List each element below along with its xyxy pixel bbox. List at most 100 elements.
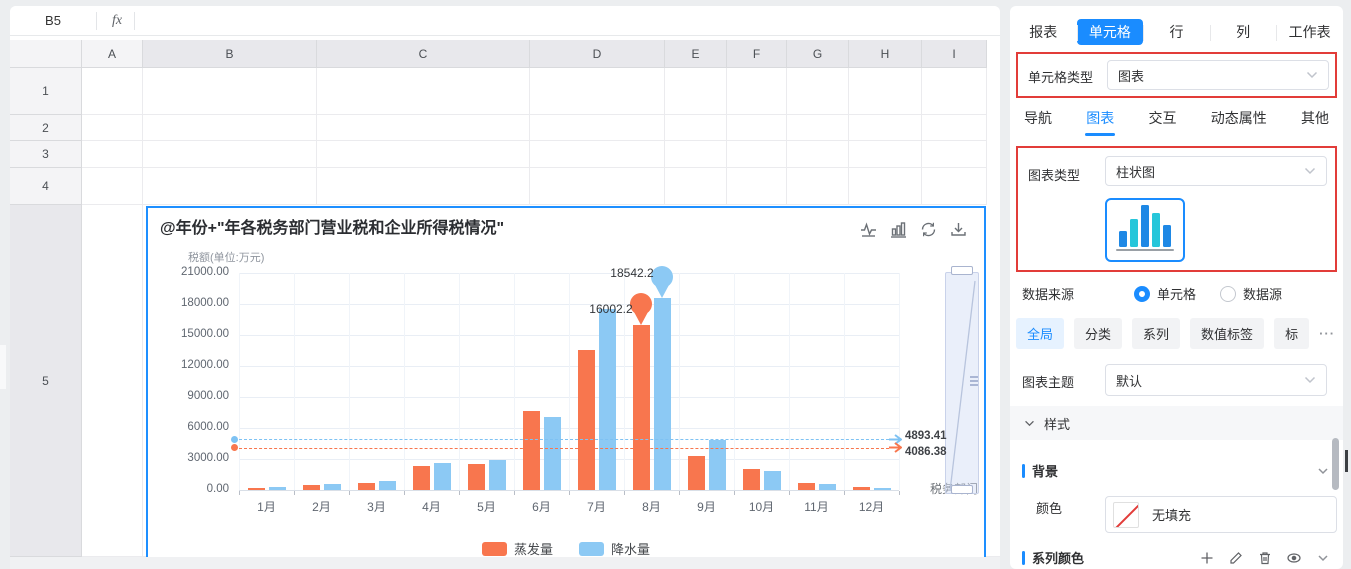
grid-cell[interactable] <box>665 68 727 115</box>
bar-降水量-8月[interactable] <box>654 298 671 490</box>
column-header-I[interactable]: I <box>922 40 987 68</box>
grid-cell[interactable] <box>530 168 665 205</box>
grid-cell[interactable] <box>922 115 987 141</box>
bar-蒸发量-2月[interactable] <box>303 485 320 490</box>
style-section-header[interactable]: 样式 <box>1010 406 1343 440</box>
sub-tab-交互[interactable]: 交互 <box>1149 108 1177 136</box>
zoom-handle-top[interactable] <box>951 266 973 275</box>
grid-cell[interactable] <box>530 141 665 168</box>
panel-tab-工作表[interactable]: 工作表 <box>1276 22 1343 42</box>
grid-cell[interactable] <box>665 141 727 168</box>
grid-cell[interactable] <box>82 141 143 168</box>
bar-蒸发量-3月[interactable] <box>358 483 375 490</box>
column-header-D[interactable]: D <box>530 40 665 68</box>
add-icon[interactable] <box>1199 550 1215 566</box>
legend-item-蒸发量[interactable]: 蒸发量 <box>482 539 553 558</box>
chevron-down-icon[interactable] <box>1315 550 1331 566</box>
grid-cell[interactable] <box>317 68 530 115</box>
zoom-grip-icon[interactable] <box>970 380 978 382</box>
bar-chart-icon[interactable] <box>889 220 908 239</box>
grid-cell[interactable] <box>82 115 143 141</box>
background-section-header[interactable]: 背景 <box>1022 461 1331 480</box>
bar-蒸发量-11月[interactable] <box>798 483 815 490</box>
grid-cell[interactable] <box>787 115 849 141</box>
theme-select[interactable]: 默认 <box>1105 364 1327 396</box>
sub-tab-其他[interactable]: 其他 <box>1301 108 1329 136</box>
cell-name-box[interactable]: B5 <box>10 6 96 36</box>
grid-cell[interactable] <box>143 115 317 141</box>
zoom-grip-icon[interactable] <box>970 384 978 386</box>
grid-cell[interactable] <box>143 68 317 115</box>
radio-cell[interactable]: 单元格 <box>1134 284 1196 303</box>
bar-蒸发量-5月[interactable] <box>468 464 485 490</box>
column-header-C[interactable]: C <box>317 40 530 68</box>
panel-tab-报表[interactable]: 报表 <box>1010 22 1077 42</box>
series-color-section-header[interactable]: 系列颜色 <box>1022 548 1331 567</box>
edit-icon[interactable] <box>1228 550 1244 566</box>
grid-cell[interactable] <box>922 168 987 205</box>
grid-cell[interactable] <box>727 168 787 205</box>
grid-cell[interactable] <box>922 141 987 168</box>
sub-tab-导航[interactable]: 导航 <box>1024 108 1052 136</box>
grid-cell[interactable] <box>849 168 922 205</box>
bar-蒸发量-8月[interactable] <box>633 325 650 490</box>
row-header-4[interactable]: 4 <box>10 168 82 205</box>
bar-降水量-5月[interactable] <box>489 460 506 490</box>
sub-tab-图表[interactable]: 图表 <box>1086 108 1114 136</box>
grid-cell[interactable] <box>922 68 987 115</box>
column-header-A[interactable]: A <box>82 40 143 68</box>
grid-cell[interactable] <box>82 168 143 205</box>
grid-cell[interactable] <box>665 115 727 141</box>
bar-降水量-12月[interactable] <box>874 488 891 490</box>
bar-降水量-7月[interactable] <box>599 309 616 490</box>
setting-tab-全局[interactable]: 全局 <box>1016 318 1064 349</box>
grid-cell[interactable] <box>143 141 317 168</box>
column-chart-thumbnail[interactable] <box>1105 198 1185 262</box>
grid-cell[interactable] <box>143 168 317 205</box>
grid-cell[interactable] <box>787 68 849 115</box>
bar-蒸发量-7月[interactable] <box>578 350 595 490</box>
grid-cell[interactable] <box>849 115 922 141</box>
grid-cell[interactable] <box>787 141 849 168</box>
bar-降水量-2月[interactable] <box>324 484 341 490</box>
panel-tab-单元格[interactable]: 单元格 <box>1077 22 1144 42</box>
grid-cell[interactable] <box>82 205 143 557</box>
cell-type-select[interactable]: 图表 <box>1107 60 1329 90</box>
bar-蒸发量-9月[interactable] <box>688 456 705 490</box>
bar-降水量-11月[interactable] <box>819 484 836 490</box>
bar-降水量-10月[interactable] <box>764 471 781 490</box>
column-header-B[interactable]: B <box>143 40 317 68</box>
setting-tab-标[interactable]: 标 <box>1274 318 1309 349</box>
zoom-handle-bottom[interactable] <box>951 485 973 494</box>
bar-降水量-1月[interactable] <box>269 487 286 490</box>
sub-tab-动态属性[interactable]: 动态属性 <box>1211 108 1267 136</box>
bar-蒸发量-12月[interactable] <box>853 487 870 490</box>
line-chart-icon[interactable] <box>859 220 878 239</box>
column-header-G[interactable]: G <box>787 40 849 68</box>
row-header-3[interactable]: 3 <box>10 141 82 168</box>
bar-蒸发量-1月[interactable] <box>248 488 265 490</box>
chevron-down-icon[interactable] <box>1315 463 1331 479</box>
grid-cell[interactable] <box>849 141 922 168</box>
visibility-icon[interactable] <box>1286 550 1302 566</box>
more-tabs-icon[interactable]: ··· <box>1319 326 1335 341</box>
grid-cell[interactable] <box>317 168 530 205</box>
horizontal-scrollbar[interactable] <box>10 557 1000 569</box>
row-header-1[interactable]: 1 <box>10 68 82 115</box>
bar-降水量-3月[interactable] <box>379 481 396 490</box>
grid-cell[interactable] <box>317 141 530 168</box>
chart-type-select[interactable]: 柱状图 <box>1105 156 1327 186</box>
download-icon[interactable] <box>949 220 968 239</box>
grid-cell[interactable] <box>727 115 787 141</box>
row-header-5[interactable]: 5 <box>10 205 82 557</box>
bar-降水量-4月[interactable] <box>434 463 451 490</box>
column-header-E[interactable]: E <box>665 40 727 68</box>
grid-cell[interactable] <box>82 68 143 115</box>
formula-input[interactable] <box>138 6 998 36</box>
setting-tab-系列[interactable]: 系列 <box>1132 318 1180 349</box>
bar-蒸发量-4月[interactable] <box>413 466 430 490</box>
radio-datasource[interactable]: 数据源 <box>1220 284 1282 303</box>
row-header-2[interactable]: 2 <box>10 115 82 141</box>
grid-cell[interactable] <box>530 115 665 141</box>
grid-cell[interactable] <box>317 115 530 141</box>
